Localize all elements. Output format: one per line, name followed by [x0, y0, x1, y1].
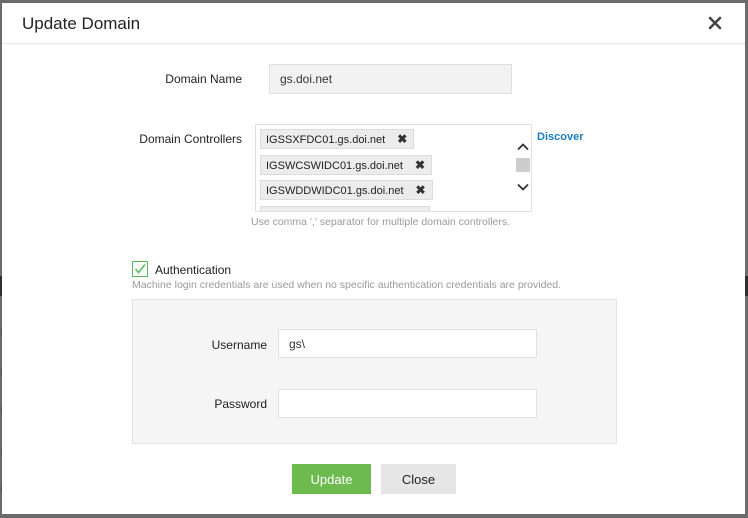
credentials-panel: Username Password [132, 299, 617, 444]
scroll-up-icon[interactable] [517, 141, 529, 153]
close-button[interactable]: Close [381, 464, 456, 494]
domain-controller-name: IGSWDDWIDC01.gs.doi.net [266, 185, 404, 197]
close-icon[interactable] [707, 15, 723, 31]
update-domain-dialog: Update Domain Domain Name Domain Control… [2, 3, 745, 514]
dialog-title: Update Domain [22, 14, 141, 33]
domain-name-label: Domain Name [165, 72, 242, 86]
domain-controller-tag-partial [260, 206, 430, 211]
remove-tag-icon[interactable]: ✖ [415, 156, 425, 174]
password-input[interactable] [278, 389, 537, 418]
username-input[interactable] [278, 329, 537, 358]
authentication-checkbox[interactable] [132, 261, 148, 277]
scroll-thumb[interactable] [516, 158, 530, 172]
update-button[interactable]: Update [292, 464, 371, 494]
domain-controller-tag: IGSWCSWIDC01.gs.doi.net ✖ [260, 155, 432, 175]
domain-controller-tag: IGSWDDWIDC01.gs.doi.net ✖ [260, 180, 433, 200]
domain-controllers-hint: Use comma ',' separator for multiple dom… [251, 216, 511, 228]
username-label: Username [211, 338, 267, 352]
authentication-hint: Machine login credentials are used when … [132, 279, 562, 291]
domain-name-input[interactable] [269, 64, 512, 94]
scrollbar[interactable] [515, 125, 531, 211]
scroll-down-icon[interactable] [517, 181, 529, 193]
authentication-label: Authentication [155, 263, 232, 277]
dialog-header: Update Domain [2, 3, 745, 44]
domain-controllers-field[interactable]: IGSSXFDC01.gs.doi.net ✖ IGSWCSWIDC01.gs.d… [255, 124, 532, 212]
remove-tag-icon[interactable]: ✖ [416, 181, 426, 199]
remove-tag-icon[interactable]: ✖ [397, 130, 407, 148]
domain-controller-name: IGSWCSWIDC01.gs.doi.net [266, 160, 403, 172]
domain-controller-tag: IGSSXFDC01.gs.doi.net ✖ [260, 129, 415, 149]
domain-controller-name: IGSSXFDC01.gs.doi.net [266, 134, 386, 146]
discover-link[interactable]: Discover [537, 131, 583, 143]
checkmark-icon [134, 263, 146, 274]
password-label: Password [214, 397, 267, 411]
domain-controllers-label: Domain Controllers [139, 132, 242, 146]
